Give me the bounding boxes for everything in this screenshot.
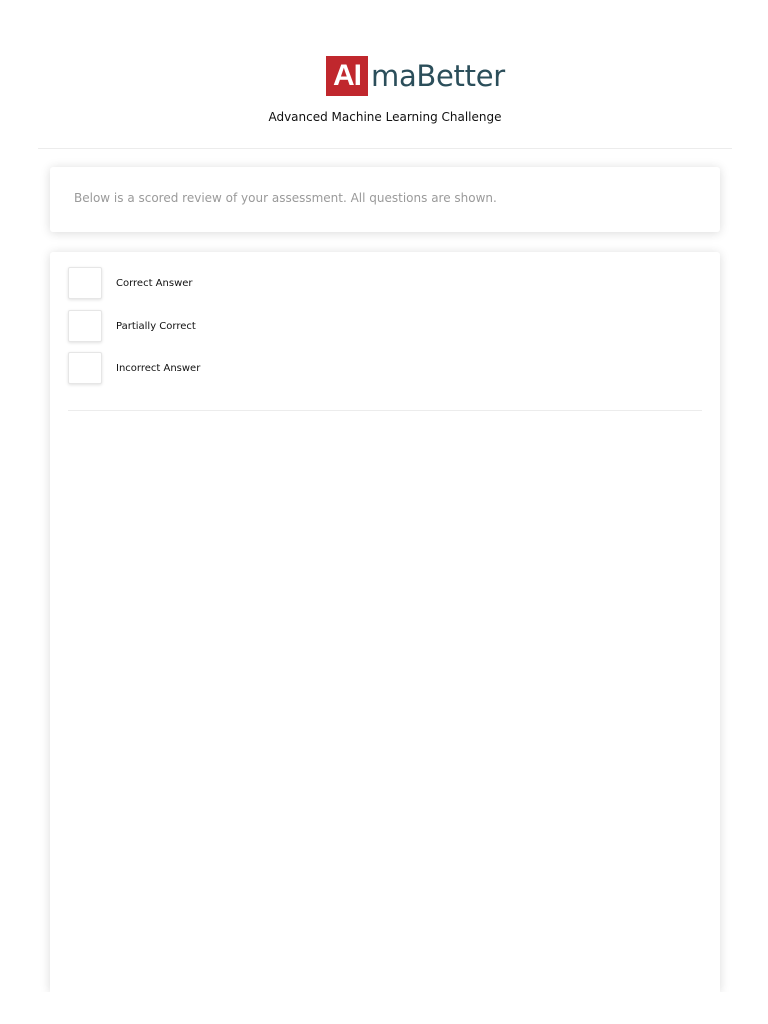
legend-item-incorrect: Incorrect Answer <box>68 352 200 384</box>
results-card: Correct Answer Partially Correct Incorre… <box>50 252 720 992</box>
legend-item-partial: Partially Correct <box>68 310 196 342</box>
legend-label-partial: Partially Correct <box>116 320 196 332</box>
logo-text: maBetter <box>371 59 505 93</box>
legend-divider <box>68 410 702 411</box>
legend-label-incorrect: Incorrect Answer <box>116 362 201 374</box>
legend-swatch-incorrect <box>68 352 102 384</box>
legend-label-correct: Correct Answer <box>116 277 193 289</box>
legend-swatch-correct <box>68 267 102 299</box>
page-subtitle: Advanced Machine Learning Challenge <box>268 110 502 124</box>
notice-card: Below is a scored review of your assessm… <box>50 167 720 232</box>
legend-item-correct: Correct Answer <box>68 267 193 299</box>
notice-text: Below is a scored review of your assessm… <box>74 191 497 205</box>
page-header: AI maBetter Advanced Machine Learning Ch… <box>38 0 732 149</box>
page-bottom <box>0 992 768 1024</box>
almabetter-logo[interactable]: AI maBetter <box>326 56 505 96</box>
page: AI maBetter Advanced Machine Learning Ch… <box>0 0 768 1024</box>
logo-badge: AI <box>326 56 368 96</box>
legend-swatch-partial <box>68 310 102 342</box>
